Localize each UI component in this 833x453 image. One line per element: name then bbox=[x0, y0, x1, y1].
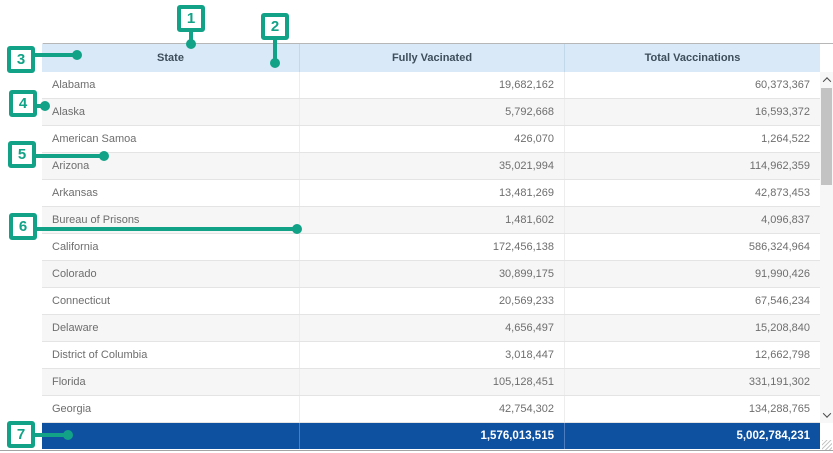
cell-fully-vaccinated[interactable]: 426,070 bbox=[300, 126, 565, 152]
callout-6-dot bbox=[292, 224, 302, 234]
cell-fully-vaccinated[interactable]: 3,018,447 bbox=[300, 342, 565, 368]
table-row[interactable]: Alabama19,682,16260,373,367 bbox=[42, 72, 820, 99]
chevron-up-icon bbox=[822, 77, 830, 85]
scroll-up-button[interactable] bbox=[820, 72, 833, 88]
scroll-down-button[interactable] bbox=[820, 407, 833, 423]
cell-fully-vaccinated[interactable]: 35,021,994 bbox=[300, 153, 565, 179]
callout-3-box: 3 bbox=[7, 46, 35, 73]
total-fully-vaccinated: 1,576,013,515 bbox=[300, 423, 565, 449]
cell-total-vaccinations[interactable]: 4,096,837 bbox=[565, 207, 820, 233]
cell-fully-vaccinated[interactable]: 1,481,602 bbox=[300, 207, 565, 233]
cell-total-vaccinations[interactable]: 15,208,840 bbox=[565, 315, 820, 341]
cell-fully-vaccinated[interactable]: 4,656,497 bbox=[300, 315, 565, 341]
resize-grip-icon[interactable] bbox=[822, 440, 832, 450]
data-table: StateFully VacinatedTotal Vaccinations A… bbox=[42, 44, 833, 449]
callout-5-box: 5 bbox=[8, 141, 36, 168]
cell-total-vaccinations[interactable]: 12,662,798 bbox=[565, 342, 820, 368]
cell-state[interactable]: Alaska bbox=[42, 99, 300, 125]
cell-state[interactable]: American Samoa bbox=[42, 126, 300, 152]
table-header-row: StateFully VacinatedTotal Vaccinations bbox=[42, 44, 820, 72]
table-row[interactable]: California172,456,138586,324,964 bbox=[42, 234, 820, 261]
cell-total-vaccinations[interactable]: 134,288,765 bbox=[565, 396, 820, 422]
cell-fully-vaccinated[interactable]: 172,456,138 bbox=[300, 234, 565, 260]
container-bottom-border bbox=[0, 450, 833, 451]
cell-total-vaccinations[interactable]: 91,990,426 bbox=[565, 261, 820, 287]
table-row[interactable]: Florida105,128,451331,191,302 bbox=[42, 369, 820, 396]
callout-7-dot bbox=[63, 430, 73, 440]
table-row[interactable]: District of Columbia3,018,44712,662,798 bbox=[42, 342, 820, 369]
cell-total-vaccinations[interactable]: 1,264,522 bbox=[565, 126, 820, 152]
callout-2-box: 2 bbox=[261, 13, 289, 40]
table-row[interactable]: Delaware4,656,49715,208,840 bbox=[42, 315, 820, 342]
table-row[interactable]: American Samoa426,0701,264,522 bbox=[42, 126, 820, 153]
table-row[interactable]: Georgia42,754,302134,288,765 bbox=[42, 396, 820, 423]
table-row[interactable]: Arkansas13,481,26942,873,453 bbox=[42, 180, 820, 207]
cell-fully-vaccinated[interactable]: 105,128,451 bbox=[300, 369, 565, 395]
callout-4-box: 4 bbox=[9, 90, 37, 117]
cell-fully-vaccinated[interactable]: 42,754,302 bbox=[300, 396, 565, 422]
cell-total-vaccinations[interactable]: 67,546,234 bbox=[565, 288, 820, 314]
callout-4-dot bbox=[40, 101, 50, 111]
cell-state[interactable]: Connecticut bbox=[42, 288, 300, 314]
total-total-vaccinations: 5,002,784,231 bbox=[565, 423, 820, 449]
table-row[interactable]: Alaska5,792,66816,593,372 bbox=[42, 99, 820, 126]
cell-total-vaccinations[interactable]: 331,191,302 bbox=[565, 369, 820, 395]
callout-3-dot bbox=[72, 50, 82, 60]
callout-5-connector bbox=[36, 154, 104, 158]
column-header-total-vaccinations[interactable]: Total Vaccinations bbox=[565, 44, 820, 72]
callout-2-dot bbox=[270, 58, 280, 68]
callout-3-connector bbox=[35, 53, 77, 57]
scroll-thumb[interactable] bbox=[821, 88, 832, 185]
total-state bbox=[42, 423, 300, 449]
cell-state[interactable]: Florida bbox=[42, 369, 300, 395]
callout-6-box: 6 bbox=[9, 213, 37, 240]
chevron-down-icon bbox=[822, 409, 830, 417]
cell-state[interactable]: Alabama bbox=[42, 72, 300, 98]
scrollbar[interactable] bbox=[820, 72, 833, 423]
callout-7-box: 7 bbox=[7, 421, 35, 448]
cell-state[interactable]: Georgia bbox=[42, 396, 300, 422]
cell-fully-vaccinated[interactable]: 20,569,233 bbox=[300, 288, 565, 314]
table-row[interactable]: Connecticut20,569,23367,546,234 bbox=[42, 288, 820, 315]
callout-6-connector bbox=[37, 227, 297, 231]
callout-5-dot bbox=[99, 151, 109, 161]
table-row[interactable]: Colorado30,899,17591,990,426 bbox=[42, 261, 820, 288]
cell-fully-vaccinated[interactable]: 19,682,162 bbox=[300, 72, 565, 98]
vaccination-table-view: StateFully VacinatedTotal Vaccinations A… bbox=[0, 0, 833, 453]
cell-total-vaccinations[interactable]: 114,962,359 bbox=[565, 153, 820, 179]
cell-total-vaccinations[interactable]: 42,873,453 bbox=[565, 180, 820, 206]
cell-total-vaccinations[interactable]: 586,324,964 bbox=[565, 234, 820, 260]
cell-state[interactable]: Delaware bbox=[42, 315, 300, 341]
callout-1-box: 1 bbox=[177, 5, 205, 32]
cell-state[interactable]: California bbox=[42, 234, 300, 260]
column-header-fully-vaccinated[interactable]: Fully Vacinated bbox=[300, 44, 565, 72]
callout-1-dot bbox=[186, 39, 196, 49]
cell-total-vaccinations[interactable]: 16,593,372 bbox=[565, 99, 820, 125]
cell-fully-vaccinated[interactable]: 13,481,269 bbox=[300, 180, 565, 206]
cell-state[interactable]: Arkansas bbox=[42, 180, 300, 206]
totals-row: 1,576,013,5155,002,784,231 bbox=[42, 423, 820, 449]
cell-state[interactable]: Colorado bbox=[42, 261, 300, 287]
cell-state[interactable]: District of Columbia bbox=[42, 342, 300, 368]
table-body: Alabama19,682,16260,373,367Alaska5,792,6… bbox=[42, 72, 820, 423]
table-row[interactable]: Arizona35,021,994114,962,359 bbox=[42, 153, 820, 180]
cell-total-vaccinations[interactable]: 60,373,367 bbox=[565, 72, 820, 98]
cell-fully-vaccinated[interactable]: 5,792,668 bbox=[300, 99, 565, 125]
cell-fully-vaccinated[interactable]: 30,899,175 bbox=[300, 261, 565, 287]
